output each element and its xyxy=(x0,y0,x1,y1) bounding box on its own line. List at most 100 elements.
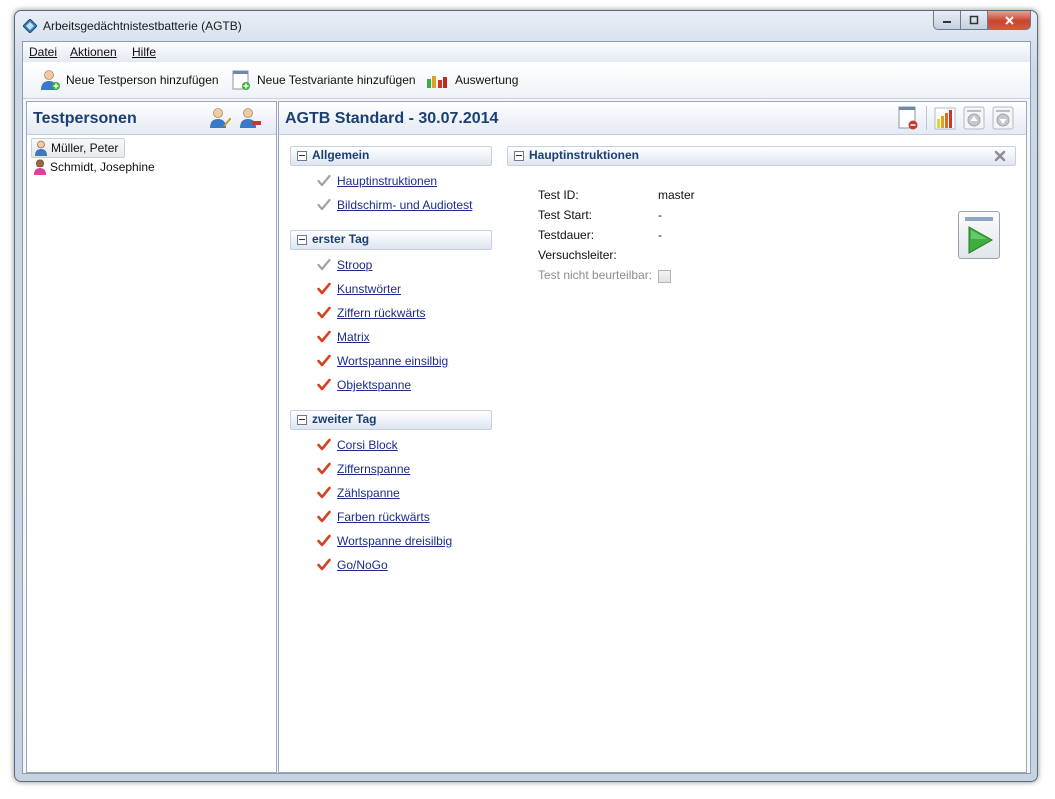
new-variant-button[interactable]: Neue Testvariante hinzufügen xyxy=(230,68,416,92)
close-icon[interactable] xyxy=(993,149,1007,163)
menu-bar: Datei Aktionen Hilfe xyxy=(23,42,1030,63)
toolbar-separator xyxy=(926,106,927,130)
test-item: Kunstwörter xyxy=(317,281,401,297)
chart-icon xyxy=(427,76,447,88)
test-item: Go/NoGo xyxy=(317,557,388,573)
test-start-value: - xyxy=(658,208,662,222)
test-link[interactable]: Bildschirm- und Audiotest xyxy=(337,198,472,212)
section-label: erster Tag xyxy=(312,232,370,246)
test-link[interactable]: Zählspanne xyxy=(337,486,400,500)
remove-document-icon xyxy=(898,106,918,130)
section-label: Allgemein xyxy=(312,148,370,162)
collapse-toggle[interactable] xyxy=(297,415,307,425)
not-ratable-label: Test nicht beurteilbar: xyxy=(538,268,653,282)
detail-title: Hauptinstruktionen xyxy=(529,148,639,162)
maximize-button[interactable] xyxy=(961,11,988,30)
close-icon xyxy=(1004,15,1014,25)
persons-panel: Testpersonen Müller, Peter Schmidt, Jose… xyxy=(26,101,277,773)
test-item: Hauptinstruktionen xyxy=(317,173,437,189)
test-link[interactable]: Corsi Block xyxy=(337,438,398,452)
test-link[interactable]: Stroop xyxy=(337,258,372,272)
toolbar: Neue Testperson hinzufügen Neue Testvari… xyxy=(23,62,1030,99)
window-title: Arbeitsgedächtnistestbatterie (AGTB) xyxy=(43,19,242,33)
supervisor-label: Versuchsleiter: xyxy=(538,248,617,262)
collapse-toggle[interactable] xyxy=(514,151,524,161)
add-person-icon xyxy=(41,70,60,90)
test-link[interactable]: Objektspanne xyxy=(337,378,411,392)
red-check-icon xyxy=(317,330,331,343)
test-link[interactable]: Wortspanne dreisilbig xyxy=(337,534,452,548)
section-header[interactable]: Allgemein xyxy=(290,146,492,166)
test-item: Matrix xyxy=(317,329,370,345)
remove-person-icon[interactable] xyxy=(238,106,262,130)
collapse-toggle[interactable] xyxy=(297,235,307,245)
red-check-icon xyxy=(317,378,331,391)
evaluation-button[interactable]: Auswertung xyxy=(426,68,518,92)
test-link[interactable]: Kunstwörter xyxy=(337,282,401,296)
evaluation-label: Auswertung xyxy=(455,73,519,87)
menu-hilfe[interactable]: Hilfe xyxy=(132,45,156,59)
test-link[interactable]: Ziffernspanne xyxy=(337,462,410,476)
person-name: Müller, Peter xyxy=(51,141,119,155)
menu-aktionen[interactable]: Aktionen xyxy=(70,45,117,59)
person-item[interactable]: Müller, Peter xyxy=(31,138,126,158)
window-controls xyxy=(933,11,1031,31)
test-link[interactable]: Hauptinstruktionen xyxy=(337,174,437,188)
collapse-toggle[interactable] xyxy=(297,151,307,161)
female-person-icon xyxy=(34,159,46,175)
minimize-button[interactable] xyxy=(933,11,961,30)
test-item: Corsi Block xyxy=(317,437,398,453)
test-duration-label: Testdauer: xyxy=(538,228,595,242)
section-header[interactable]: zweiter Tag xyxy=(290,410,492,430)
test-variant-panel: AGTB Standard - 30.07.2014 Allgemein Hau… xyxy=(278,101,1027,773)
new-person-button[interactable]: Neue Testperson hinzufügen xyxy=(39,68,219,92)
red-check-icon xyxy=(317,510,331,523)
person-item[interactable]: Schmidt, Josephine xyxy=(31,158,161,176)
test-link[interactable]: Matrix xyxy=(337,330,370,344)
test-link[interactable]: Farben rückwärts xyxy=(337,510,430,524)
red-check-icon xyxy=(317,534,331,547)
male-person-icon xyxy=(35,140,47,156)
gray-check-icon xyxy=(317,198,331,211)
test-item: Ziffern rückwärts xyxy=(317,305,425,321)
move-down-button[interactable] xyxy=(990,105,1016,131)
test-link[interactable]: Ziffern rückwärts xyxy=(337,306,425,320)
app-icon xyxy=(23,19,37,33)
client-area: Datei Aktionen Hilfe Neue Testperson hin… xyxy=(22,41,1031,774)
bar-chart-icon xyxy=(934,107,956,130)
play-icon xyxy=(965,217,994,254)
menu-datei[interactable]: Datei xyxy=(29,45,57,59)
start-test-button[interactable] xyxy=(958,211,1000,259)
new-variant-label: Neue Testvariante hinzufügen xyxy=(257,73,416,87)
test-item: Zählspanne xyxy=(317,485,400,501)
red-check-icon xyxy=(317,558,331,571)
not-ratable-checkbox[interactable] xyxy=(658,270,671,283)
test-item: Stroop xyxy=(317,257,372,273)
test-item: Ziffernspanne xyxy=(317,461,410,477)
red-check-icon xyxy=(317,438,331,451)
red-check-icon xyxy=(317,282,331,295)
close-window-button[interactable] xyxy=(988,11,1031,30)
test-id-label: Test ID: xyxy=(538,188,579,202)
red-check-icon xyxy=(317,354,331,367)
edit-person-icon[interactable] xyxy=(208,106,232,130)
test-item: Wortspanne einsilbig xyxy=(317,353,448,369)
persons-panel-header: Testpersonen xyxy=(27,102,276,135)
red-check-icon xyxy=(317,462,331,475)
test-item: Wortspanne dreisilbig xyxy=(317,533,452,549)
variant-evaluation-button[interactable] xyxy=(932,105,958,131)
section-label: zweiter Tag xyxy=(312,412,377,426)
test-link[interactable]: Wortspanne einsilbig xyxy=(337,354,448,368)
app-window: Arbeitsgedächtnistestbatterie (AGTB) Dat… xyxy=(14,10,1038,782)
variant-toolbar xyxy=(892,105,1016,131)
test-item: Bildschirm- und Audiotest xyxy=(317,197,472,213)
test-item: Farben rückwärts xyxy=(317,509,430,525)
test-duration-value: - xyxy=(658,228,662,242)
detail-header: Hauptinstruktionen xyxy=(507,146,1016,166)
test-link[interactable]: Go/NoGo xyxy=(337,558,388,572)
move-up-button[interactable] xyxy=(961,105,987,131)
section-header[interactable]: erster Tag xyxy=(290,230,492,250)
title-bar[interactable]: Arbeitsgedächtnistestbatterie (AGTB) xyxy=(15,11,1037,41)
remove-variant-button[interactable] xyxy=(895,105,921,131)
test-start-label: Test Start: xyxy=(538,208,593,222)
